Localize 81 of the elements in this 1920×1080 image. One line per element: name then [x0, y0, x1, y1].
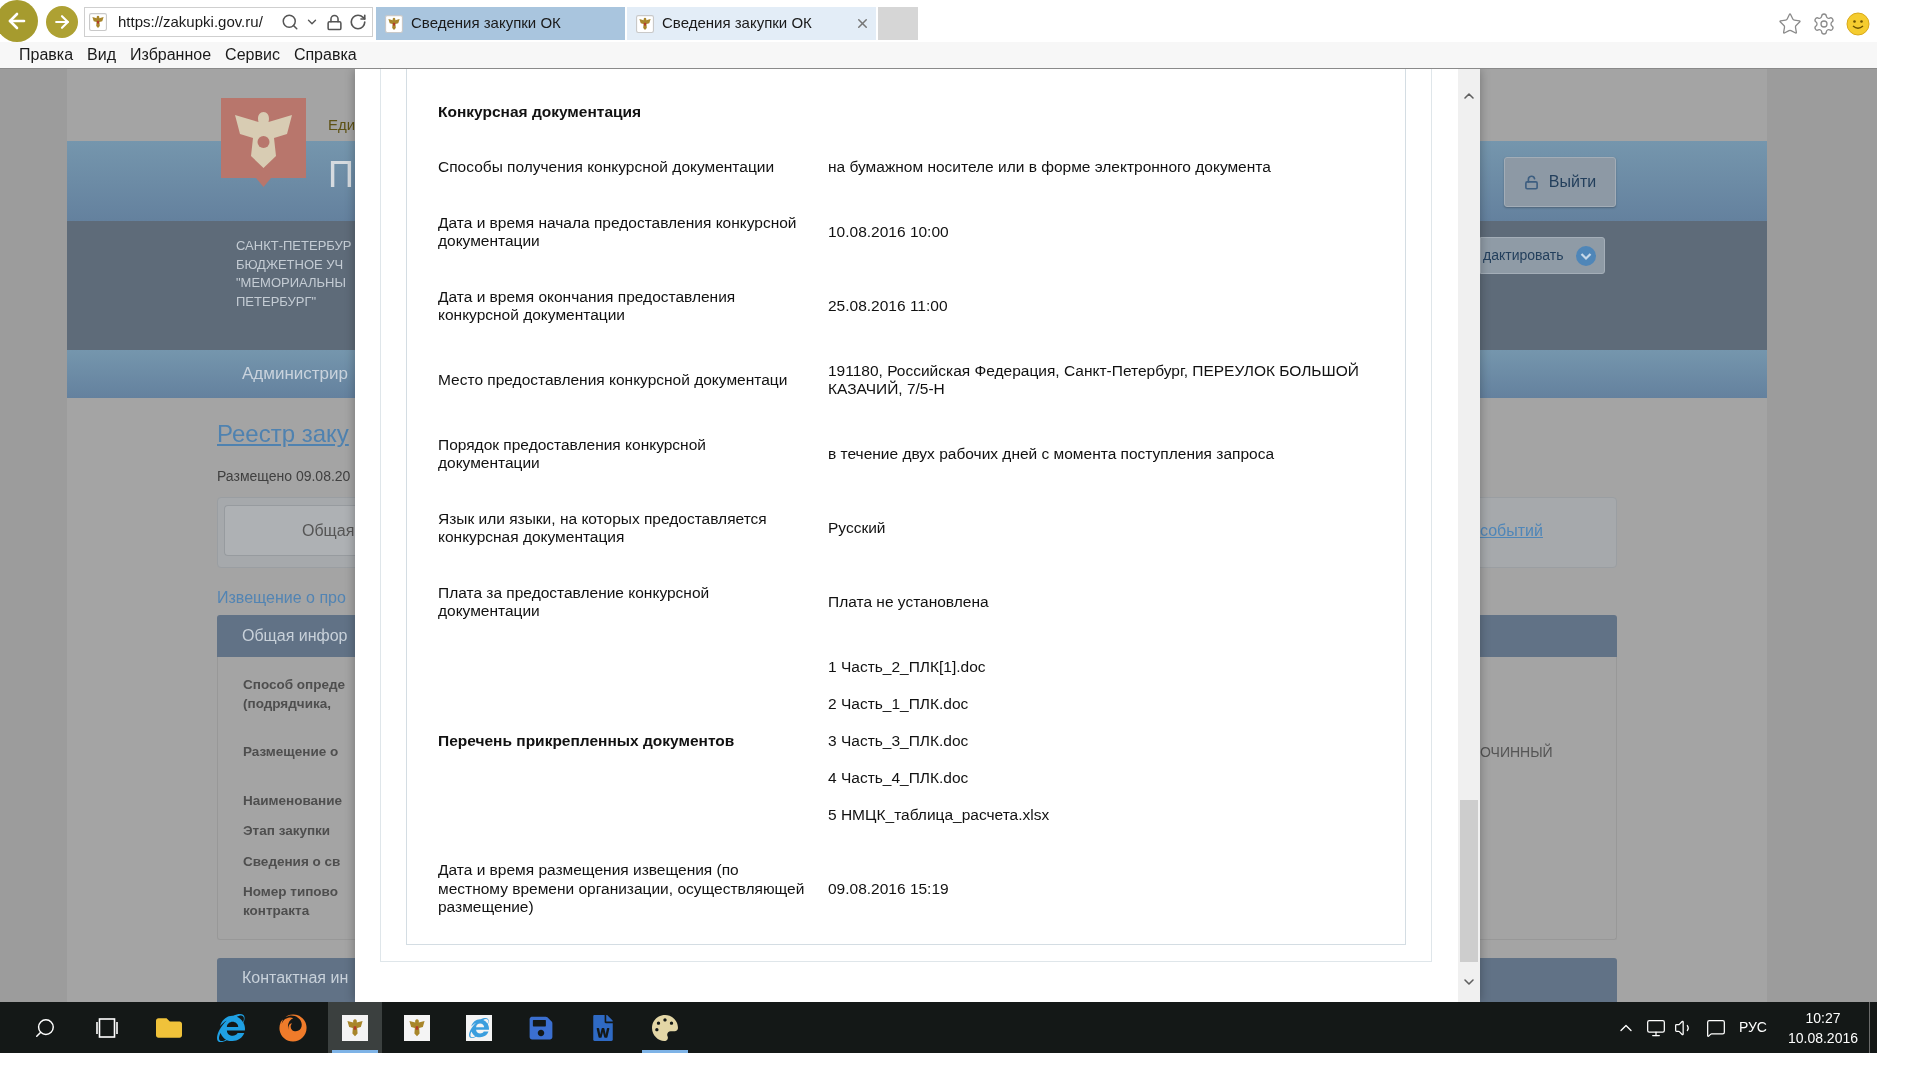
e-ring-icon: [217, 1013, 245, 1042]
field-label: Место предоставления конкурсной документаци: [438, 370, 788, 390]
field-value: 09.08.2016 15:19: [828, 879, 949, 898]
field-label: Язык или языки, на которых предоставляется конкурсная документация: [438, 509, 767, 547]
emblem-icon: [636, 14, 654, 33]
chevron-circle-icon: [1576, 245, 1596, 266]
attachment-file[interactable]: 3 Часть_3_ПЛК.doc: [828, 731, 969, 750]
section-heading: Конкурсная документация: [438, 103, 642, 122]
star-icon[interactable]: [1778, 12, 1802, 36]
field-label: Этап закупки: [243, 822, 332, 840]
field-label: Наименование: [243, 791, 344, 810]
swirl-icon: [279, 1013, 307, 1042]
field-value: Плата не установлена: [828, 592, 989, 612]
organization-name: САНКТ-ПЕТЕРБУР БЮДЖЕТНОЕ УЧ "МЕМОРИАЛЬНЫ ПЕТЕРБУРГ": [236, 237, 353, 311]
refresh-icon[interactable]: [349, 13, 367, 31]
menu-item[interactable]: Справка: [293, 45, 357, 65]
section-header-title: Общая инфор: [242, 626, 348, 646]
close-icon[interactable]: [855, 16, 870, 31]
section-title: Извещение о про: [217, 588, 346, 607]
attachment-file[interactable]: 1 Часть_2_ПЛК[1].doc: [828, 657, 986, 676]
emblem-icon: [89, 13, 107, 31]
emblem-icon: [385, 14, 403, 33]
edit-button[interactable]: дактировать: [1480, 237, 1605, 274]
running-indicator: [642, 1050, 688, 1053]
emblem-icon: [404, 1014, 430, 1041]
field-label: Размещение о: [243, 743, 340, 761]
menu-item[interactable]: Избранное: [130, 45, 212, 65]
smiley-icon[interactable]: [1846, 12, 1870, 36]
lock-icon[interactable]: [326, 13, 343, 31]
field-label: Дата и время начала предоставления конкурсной документации: [438, 213, 797, 251]
field-value: на бумажном носителе или в форме электронного документа: [828, 158, 1271, 177]
menu-item[interactable]: Вид: [87, 45, 116, 65]
field-value: в течение двух рабочих дней с момента поступления запроса: [828, 444, 1275, 464]
section-header-title: Контактная ин: [242, 968, 349, 988]
field-label: Дата и время окончания предоставления конкурсной документации: [438, 287, 736, 325]
task-view-icon: [96, 1017, 118, 1038]
posted-date: Размещено 09.08.20: [217, 468, 351, 485]
field-label: Номер типово контракта: [243, 883, 339, 920]
network-icon[interactable]: [1645, 1017, 1666, 1038]
forward-button[interactable]: [46, 6, 78, 38]
field-label: Плата за предоставление конкурсной документации: [438, 583, 710, 621]
back-button[interactable]: [0, 0, 38, 42]
page-title: П: [328, 156, 355, 194]
field-value: 10.08.2016 10:00: [828, 222, 949, 242]
field-value: Русский: [828, 518, 886, 538]
field-value: 25.08.2016 11:00: [828, 296, 948, 316]
field-label: Дата и время размещения извещения (по местному времени организации, осуществляющей размещение): [438, 861, 805, 917]
field-value: 191180, Российская Федерация, Санкт-Петербург, ПЕРЕУЛОК БОЛЬШОЙ КАЗАЧИЙ, 7/5-Н: [828, 361, 1359, 399]
address-field[interactable]: https://zakupki.gov.ru/: [84, 7, 373, 37]
portal-title: Еди: [328, 115, 355, 134]
field-label: Способы получения конкурсной документации: [438, 158, 775, 177]
attachment-file[interactable]: 2 Часть_1_ПЛК.doc: [828, 694, 969, 713]
attachment-file[interactable]: 5 НМЦК_таблица_расчета.xlsx: [828, 805, 1050, 824]
field-label: Способ опреде (подрядчика,: [243, 676, 347, 713]
document-icon: [590, 1014, 616, 1041]
field-label: Сведения о св: [243, 852, 342, 871]
search-icon[interactable]: [281, 13, 299, 31]
search-icon: [34, 1016, 56, 1039]
settings-icon[interactable]: [1812, 12, 1836, 36]
logout-button[interactable]: Выйти: [1504, 157, 1616, 207]
unlocked-padlock-icon: [1523, 174, 1539, 190]
running-indicator: [332, 1050, 378, 1053]
field-value: ОЧИННЫЙ: [1480, 743, 1553, 762]
clock-date[interactable]: 10.08.2016: [1787, 1027, 1858, 1048]
scrollbar-thumb[interactable]: [1460, 800, 1478, 962]
emblem-icon: [342, 1014, 368, 1041]
field-label: Перечень прикрепленных документов: [438, 731, 735, 750]
tab[interactable]: Общая: [224, 505, 355, 556]
palette-icon: [652, 1014, 678, 1041]
e-ring-icon: [466, 1014, 492, 1041]
taskbar-button[interactable]: [328, 1002, 382, 1053]
browser-tab[interactable]: Сведения закупки ОК: [627, 7, 876, 40]
browser-tab[interactable]: Сведения закупки ОК: [376, 7, 625, 40]
language-indicator[interactable]: РУС: [1738, 1017, 1767, 1038]
attachment-file[interactable]: 4 Часть_4_ПЛК.doc: [828, 768, 969, 787]
menu-item[interactable]: Правка: [19, 45, 74, 65]
clock-time[interactable]: 10:27: [1805, 1007, 1841, 1028]
right-arrow-icon: [52, 12, 72, 32]
field-label: Порядок предоставления конкурсной документации: [438, 435, 706, 473]
menu-item[interactable]: Сервис: [225, 45, 280, 65]
notification-icon[interactable]: [1705, 1017, 1726, 1038]
